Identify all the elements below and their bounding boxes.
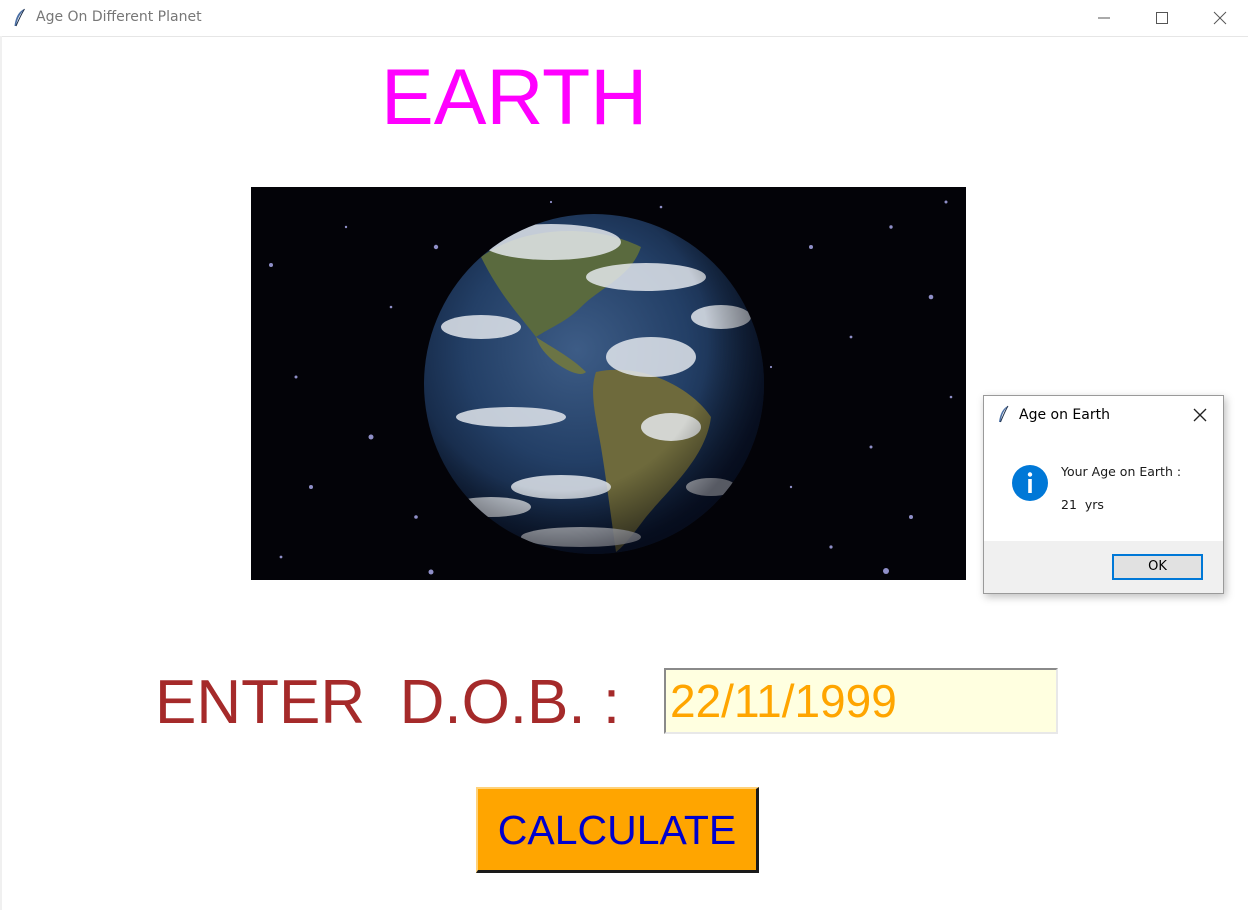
- close-icon: [1193, 408, 1207, 422]
- age-result-dialog: Age on Earth Your Age on Earth : 21 yrs …: [983, 395, 1224, 594]
- minimize-button[interactable]: [1075, 0, 1133, 36]
- dialog-footer: OK: [984, 541, 1223, 593]
- dialog-title: Age on Earth: [1019, 407, 1110, 423]
- window-titlebar: Age On Different Planet: [0, 0, 1248, 37]
- dialog-message-line2: 21 yrs: [1061, 497, 1104, 512]
- earth-globe-image: [251, 187, 966, 580]
- dob-label: ENTER D.O.B. :: [155, 668, 638, 737]
- feather-icon: [997, 405, 1009, 424]
- window-title: Age On Different Planet: [36, 9, 202, 25]
- feather-icon: [12, 8, 26, 28]
- maximize-icon: [1156, 12, 1168, 24]
- window-border: [0, 36, 2, 910]
- info-icon: [1011, 464, 1049, 502]
- calculate-button[interactable]: CALCULATE: [476, 787, 759, 873]
- minimize-icon: [1098, 17, 1110, 19]
- dialog-titlebar: Age on Earth: [984, 396, 1223, 434]
- ok-button[interactable]: OK: [1112, 554, 1203, 580]
- maximize-button[interactable]: [1133, 0, 1191, 36]
- planet-heading: EARTH: [381, 52, 648, 141]
- dialog-message-line1: Your Age on Earth :: [1061, 464, 1182, 479]
- close-icon: [1213, 11, 1227, 25]
- dialog-close-button[interactable]: [1187, 402, 1213, 428]
- dob-input[interactable]: [664, 668, 1058, 734]
- window-close-button[interactable]: [1191, 0, 1248, 36]
